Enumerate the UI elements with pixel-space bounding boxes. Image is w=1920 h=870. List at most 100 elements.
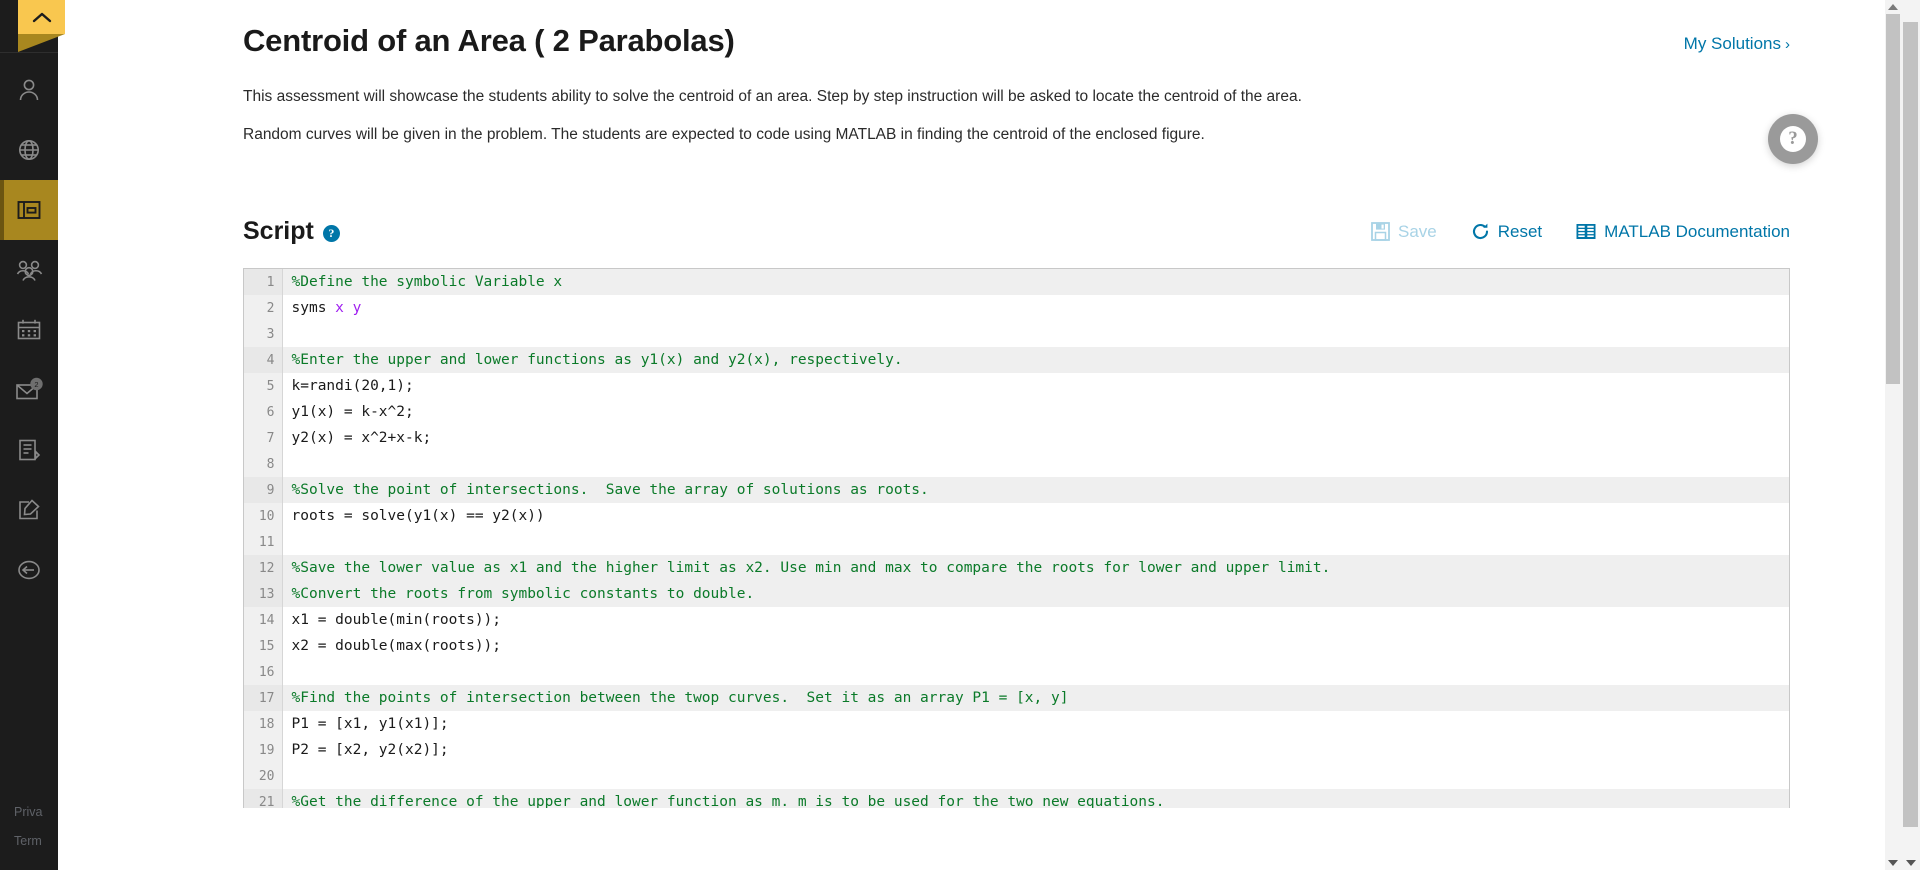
line-number: 13 (244, 581, 283, 608)
reset-button[interactable]: Reset (1471, 222, 1542, 242)
logout-arrow-icon (18, 560, 40, 580)
line-number: 8 (244, 451, 283, 478)
sidebar-item-messages[interactable]: 2 (0, 360, 58, 420)
sidebar-divider (0, 52, 58, 53)
code-line[interactable]: 15 x2 = double(max(roots)); (244, 633, 1789, 660)
save-button[interactable]: Save (1371, 222, 1437, 242)
sidebar-item-notes[interactable] (0, 420, 58, 480)
line-number: 10 (244, 503, 283, 530)
line-number: 16 (244, 659, 283, 686)
globe-icon (19, 140, 39, 160)
code-line[interactable]: 21 %Get the difference of the upper and l… (244, 789, 1789, 809)
inner-scroll-up-arrow[interactable] (1885, 0, 1901, 14)
chevron-up-icon (32, 12, 51, 22)
script-title-wrap: Script ? (243, 217, 340, 246)
line-number: 15 (244, 633, 283, 660)
sidebar-footer: Priva Term (0, 798, 58, 856)
page-root: 2 Priva Term Centroid of an Area (2 Par… (0, 0, 1920, 870)
matlab-documentation-button[interactable]: MATLAB Documentation (1576, 222, 1790, 242)
code-line[interactable]: 6 y1(x) = k-x^2; (244, 399, 1789, 426)
page-title: Centroid of an Area ( 2 Parabolas) (243, 23, 735, 58)
my-solutions-link[interactable]: My Solutions › (1684, 34, 1790, 54)
script-help-icon[interactable]: ? (322, 224, 340, 242)
code-line[interactable]: 10 roots = solve(y1(x) == y2(x)) (244, 503, 1789, 530)
line-number: 18 (244, 711, 283, 738)
inner-scroll-down-arrow[interactable] (1885, 856, 1901, 870)
line-number: 3 (244, 321, 283, 348)
inner-scrollbar[interactable] (1885, 0, 1901, 870)
line-number: 7 (244, 425, 283, 452)
line-number: 20 (244, 763, 283, 790)
code-line[interactable]: 9 %Solve the point of intersections. Save… (244, 477, 1789, 504)
line-number: 14 (244, 607, 283, 634)
description-paragraph-1: This assessment will showcase the studen… (243, 88, 1302, 106)
terms-link[interactable]: Term (14, 827, 58, 856)
page-scrollbar[interactable] (1901, 0, 1920, 870)
sidebar-item-courses[interactable] (0, 180, 58, 240)
chevron-right-icon: › (1785, 36, 1790, 53)
code-editor[interactable]: 1 %Define the symbolic Variable x 2 syms x … (243, 268, 1790, 809)
description-paragraph-2: Random curves will be given in the probl… (243, 126, 1205, 144)
page-scroll-down-arrow[interactable] (1901, 855, 1920, 870)
sidebar-item-profile[interactable] (0, 60, 58, 120)
code-line[interactable]: 12 %Save the lower value as x1 and the hi… (244, 555, 1789, 582)
code-line[interactable]: 18 P1 = [x1, y1(x1)]; (244, 711, 1789, 738)
code-line[interactable]: 17 %Find the points of intersection betwe… (244, 685, 1789, 712)
line-content (282, 763, 1789, 789)
sidebar-item-calendar[interactable] (0, 300, 58, 360)
code-line[interactable]: 16 (244, 659, 1789, 686)
sidebar-collapse-toggle[interactable] (18, 0, 65, 34)
line-content: k=randi(20,1); (291, 378, 414, 395)
help-question-icon: ? (1780, 126, 1806, 152)
save-disk-icon (1371, 222, 1390, 242)
reset-refresh-icon (1472, 223, 1488, 240)
line-content: P2 = [x2, y2(x2)]; (291, 742, 449, 759)
line-content (282, 321, 1789, 347)
code-line[interactable]: 3 (244, 321, 1789, 348)
code-line[interactable]: 11 (244, 529, 1789, 556)
inner-scroll-thumb[interactable] (1886, 14, 1900, 384)
code-line[interactable]: 7 y2(x) = x^2+x-k; (244, 425, 1789, 452)
ribbon-fold (18, 34, 65, 52)
script-title: Script (243, 217, 314, 246)
sidebar-item-groups[interactable] (0, 240, 58, 300)
line-content: %Define the symbolic Variable x (291, 274, 563, 291)
code-line[interactable]: 8 (244, 451, 1789, 478)
line-number: 11 (244, 529, 283, 556)
help-floating-button[interactable]: ? (1768, 114, 1818, 164)
line-number: 2 (244, 295, 283, 322)
line-content (282, 659, 1789, 685)
code-line[interactable]: 2 syms x y (244, 295, 1789, 322)
sidebar-icon-list: 2 (0, 60, 58, 600)
person-icon (19, 79, 39, 101)
sidebar-item-language[interactable] (0, 120, 58, 180)
envelope-badge-icon: 2 (16, 377, 43, 400)
line-content: %Enter the upper and lower functions as … (291, 352, 903, 369)
line-number: 5 (244, 373, 283, 400)
save-label: Save (1398, 221, 1437, 241)
calendar-icon (17, 319, 41, 340)
code-line[interactable]: 1 %Define the symbolic Variable x (244, 269, 1789, 296)
svg-text:2: 2 (34, 380, 38, 389)
sidebar-item-logout[interactable] (0, 540, 58, 600)
code-line[interactable]: 20 (244, 763, 1789, 790)
line-content: %Save the lower value as x1 and the high… (291, 560, 1331, 577)
privacy-link[interactable]: Priva (14, 798, 58, 827)
code-line[interactable]: 4 %Enter the upper and lower functions as… (244, 347, 1789, 374)
code-lines-table: 1 %Define the symbolic Variable x 2 syms x … (244, 269, 1789, 809)
compose-icon (19, 499, 40, 520)
line-content: y2(x) = x^2+x-k; (291, 430, 432, 447)
title-row: Centroid of an Area ( 2 Parabolas) My So… (58, 0, 1882, 59)
line-content: %Find the points of intersection between… (291, 690, 1069, 707)
code-line[interactable]: 14 x1 = double(min(roots)); (244, 607, 1789, 634)
script-header: Script ? Save Reset MATLAB Documentation (58, 217, 1882, 246)
line-content: %Convert the roots from symbolic constan… (291, 586, 755, 603)
code-line[interactable]: 5 k=randi(20,1); (244, 373, 1789, 400)
sidebar-item-compose[interactable] (0, 480, 58, 540)
main-content: Centroid of an Area ( 2 Parabolas) My So… (58, 0, 1882, 870)
left-sidebar: 2 Priva Term (0, 0, 65, 870)
code-line[interactable]: 19 P2 = [x2, y2(x2)]; (244, 737, 1789, 764)
page-scroll-thumb[interactable] (1903, 22, 1918, 827)
code-line[interactable]: 13 %Convert the roots from symbolic const… (244, 581, 1789, 608)
line-content (282, 529, 1789, 555)
